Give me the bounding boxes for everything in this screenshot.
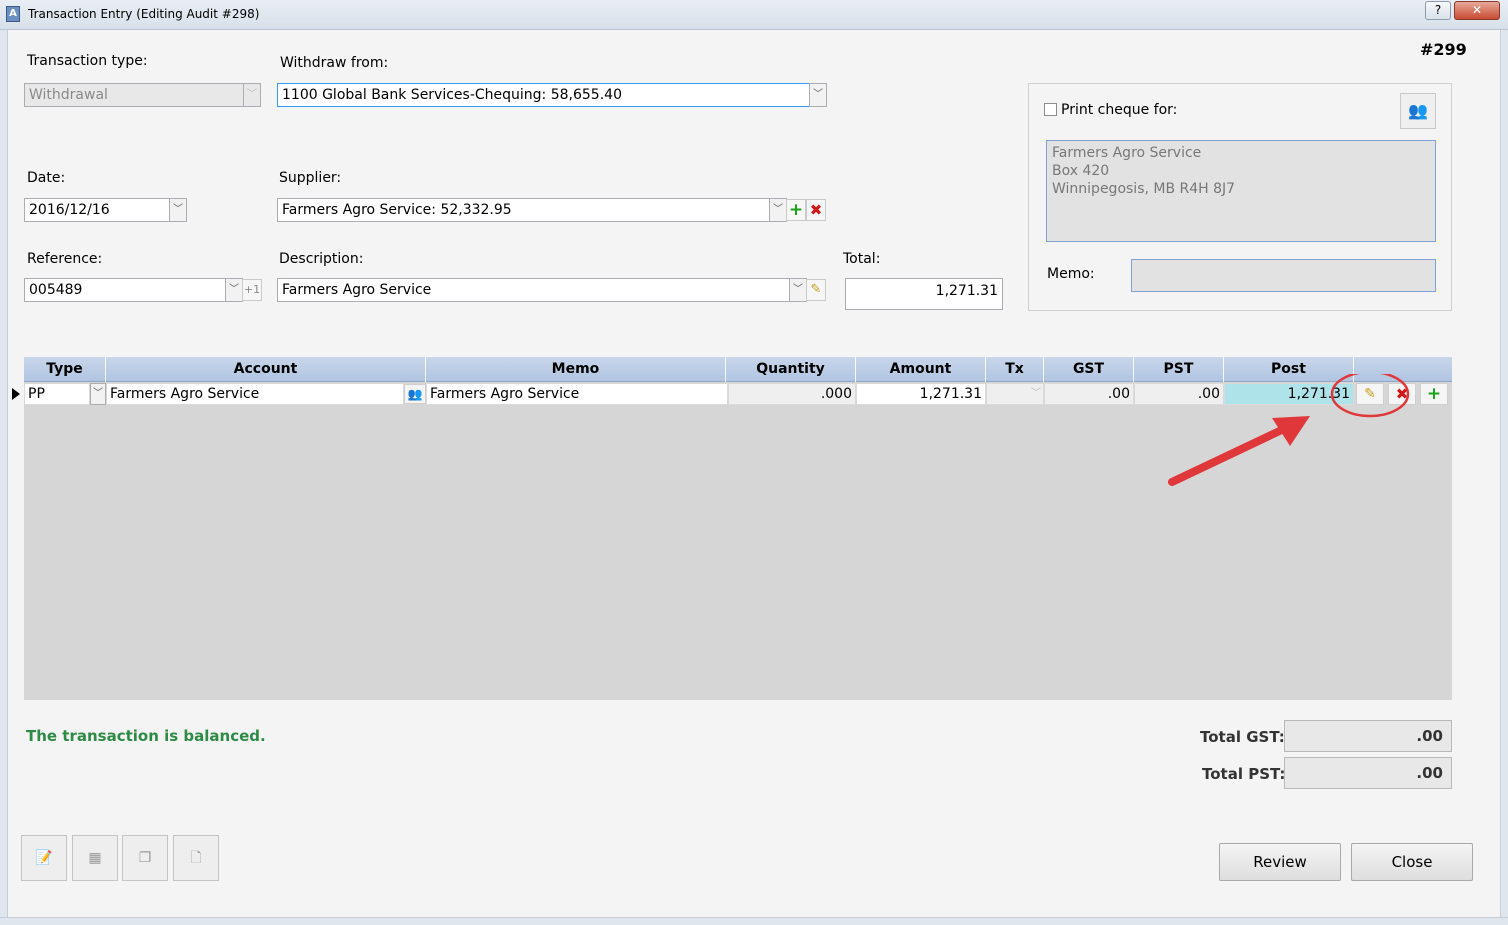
transaction-type-select[interactable]: Withdrawal: [24, 83, 244, 107]
print-cheque-label: Print cheque for:: [1061, 102, 1178, 118]
date-label: Date:: [27, 170, 66, 186]
date-field[interactable]: 2016/12/16: [24, 198, 170, 222]
window-frame-bottom: [0, 917, 1508, 925]
cheque-memo-field[interactable]: [1131, 259, 1436, 292]
annotation-arrow-shaft: [1168, 422, 1294, 486]
row-gst-cell[interactable]: .00: [1044, 383, 1134, 405]
window-frame-left: [0, 30, 8, 925]
reference-increment-button[interactable]: +1: [242, 279, 262, 301]
account-lookup-icon[interactable]: 👥: [404, 384, 426, 404]
description-field[interactable]: Farmers Agro Service: [277, 278, 790, 302]
total-label: Total:: [843, 251, 881, 267]
transaction-number: #299: [1420, 40, 1467, 59]
dropdown-icon[interactable]: ﹀: [789, 278, 807, 302]
total-pst-label: Total PST:: [1202, 765, 1286, 783]
review-button[interactable]: Review: [1219, 843, 1341, 881]
help-button[interactable]: ?: [1425, 1, 1451, 20]
supplier-select[interactable]: Farmers Agro Service: 52,332.95: [277, 198, 770, 222]
print-cheque-checkbox[interactable]: [1044, 103, 1057, 116]
app-icon[interactable]: A: [6, 6, 20, 22]
window-title: Transaction Entry (Editing Audit #298): [28, 7, 260, 21]
address-line-2: Box 420: [1052, 163, 1110, 179]
date-dropdown-icon[interactable]: ﹀: [169, 198, 187, 222]
description-label: Description:: [279, 251, 364, 267]
add-icon[interactable]: +: [1420, 383, 1448, 405]
balance-status: The transaction is balanced.: [26, 727, 266, 745]
calculator-icon[interactable]: ▦: [72, 835, 118, 881]
total-gst-label: Total GST:: [1200, 728, 1285, 746]
annotation-overlay: [1168, 374, 1410, 486]
column-header-tx[interactable]: Tx: [986, 357, 1044, 382]
dropdown-icon[interactable]: ﹀: [809, 83, 827, 107]
cheque-memo-label: Memo:: [1047, 266, 1095, 282]
cheque-address-box[interactable]: Farmers Agro Service Box 420 Winnipegosi…: [1046, 140, 1436, 242]
column-header-amount[interactable]: Amount: [856, 357, 986, 382]
row-memo-cell[interactable]: Farmers Agro Service: [426, 383, 728, 405]
delete-icon[interactable]: ✖: [806, 199, 826, 221]
dropdown-icon[interactable]: ﹀: [769, 198, 787, 222]
row-amount-cell[interactable]: 1,271.31: [856, 383, 986, 405]
people-icon[interactable]: 👥: [1400, 93, 1436, 129]
row-type-cell[interactable]: PP: [24, 383, 90, 405]
dropdown-icon[interactable]: ﹀: [1028, 384, 1044, 404]
row-account-cell[interactable]: Farmers Agro Service: [106, 383, 404, 405]
column-header-gst[interactable]: GST: [1044, 357, 1134, 382]
pencil-icon[interactable]: ✎: [806, 279, 826, 301]
address-line-3: Winnipegosis, MB R4H 8J7: [1052, 181, 1236, 197]
add-document-icon[interactable]: 🗋: [173, 835, 219, 881]
address-line-1: Farmers Agro Service: [1052, 145, 1202, 161]
column-header-account[interactable]: Account: [106, 357, 426, 382]
supplier-label: Supplier:: [279, 170, 342, 186]
transaction-type-label: Transaction type:: [27, 53, 148, 69]
annotation-circle: [1330, 374, 1410, 418]
window-frame-right: [1500, 30, 1508, 925]
column-header-type[interactable]: Type: [24, 357, 106, 382]
add-icon[interactable]: +: [786, 199, 806, 221]
reference-label: Reference:: [27, 251, 103, 267]
dropdown-icon[interactable]: ﹀: [225, 278, 243, 302]
total-gst-value: .00: [1284, 720, 1452, 752]
window-close-button[interactable]: ✕: [1454, 1, 1500, 20]
total-field[interactable]: 1,271.31: [845, 278, 1003, 310]
withdraw-from-select[interactable]: 1100 Global Bank Services-Chequing: 58,6…: [277, 83, 810, 107]
column-header-quantity[interactable]: Quantity: [726, 357, 856, 382]
edit-note-icon[interactable]: 📝: [21, 835, 67, 881]
withdraw-from-label: Withdraw from:: [280, 55, 389, 71]
reference-field[interactable]: 005489: [24, 278, 226, 302]
row-quantity-cell[interactable]: .000: [728, 383, 856, 405]
row-pointer-icon: [12, 388, 20, 400]
copy-icon[interactable]: ❐: [122, 835, 168, 881]
close-button[interactable]: Close: [1351, 843, 1473, 881]
dropdown-icon[interactable]: ﹀: [243, 83, 261, 107]
dropdown-icon[interactable]: ﹀: [90, 383, 106, 405]
column-header-memo[interactable]: Memo: [426, 357, 726, 382]
total-pst-value: .00: [1284, 757, 1452, 789]
